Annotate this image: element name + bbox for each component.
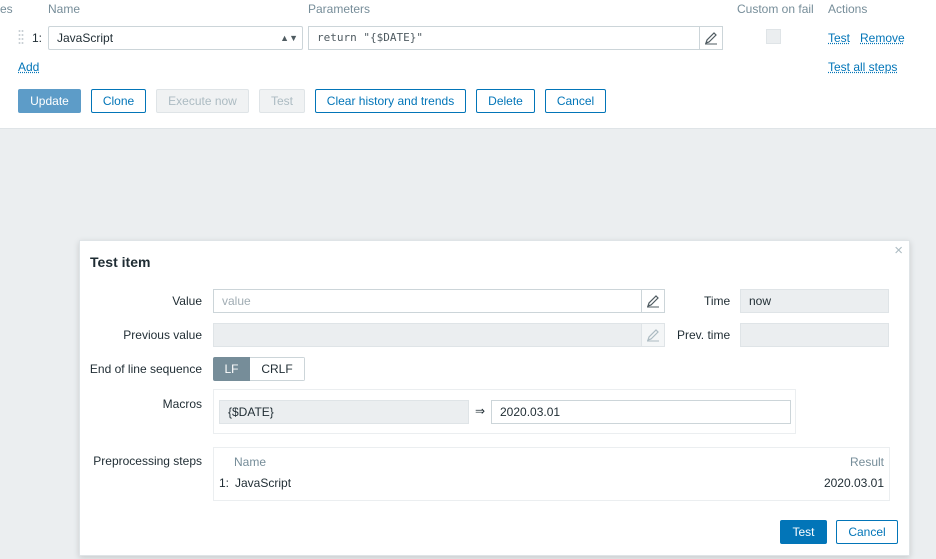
preprocessing-label: Preprocessing steps <box>93 454 202 468</box>
time-value: now <box>749 294 772 308</box>
close-icon[interactable]: × <box>894 242 903 259</box>
time-input[interactable]: now <box>740 289 889 313</box>
eol-crlf-option[interactable]: CRLF <box>250 357 305 381</box>
preproc-result-header: Result <box>849 455 884 469</box>
step-number: 1: <box>32 31 43 45</box>
add-step-link[interactable]: Add <box>18 60 39 74</box>
drag-handle-icon[interactable] <box>18 28 24 48</box>
custom-on-fail-checkbox[interactable] <box>766 29 781 44</box>
step-test-link[interactable]: Test <box>828 31 850 45</box>
execute-now-button[interactable]: Execute now <box>156 89 249 113</box>
macro-arrow-icon: ⇒ <box>475 404 486 418</box>
test-all-steps-link[interactable]: Test all steps <box>828 60 897 74</box>
eol-toggle-group: LF CRLF <box>213 357 305 381</box>
macro-value: 2020.03.01 <box>500 405 561 419</box>
delete-button[interactable]: Delete <box>476 89 535 113</box>
step-type-select[interactable]: JavaScript ▲▼ <box>48 26 303 50</box>
steps-header: es <box>0 2 13 16</box>
step-remove-link[interactable]: Remove <box>860 31 905 45</box>
macros-label: Macros <box>162 397 202 411</box>
macro-name-field: {$DATE} <box>219 400 469 424</box>
item-form: es Name Parameters Custom on fail Action… <box>0 0 936 129</box>
value-input[interactable]: value <box>213 289 665 313</box>
preproc-row-result: 2020.03.01 <box>823 476 884 490</box>
dialog-cancel-button[interactable]: Cancel <box>836 520 898 544</box>
macro-name: {$DATE} <box>228 405 274 419</box>
parameters-header: Parameters <box>308 2 371 16</box>
dialog-title: Test item <box>90 254 151 270</box>
value-edit-pencil-icon[interactable] <box>641 290 664 312</box>
preprocessing-table: Name Result 1: JavaScript 2020.03.01 <box>213 447 890 501</box>
prev-time-input[interactable] <box>740 323 889 347</box>
actions-header: Actions <box>828 2 868 16</box>
edit-pencil-icon[interactable] <box>699 27 722 49</box>
step-type-value: JavaScript <box>57 31 114 45</box>
test-button[interactable]: Test <box>259 89 305 113</box>
macros-box: {$DATE} ⇒ 2020.03.01 <box>213 389 796 434</box>
previous-value-label: Previous value <box>123 328 202 342</box>
eol-label: End of line sequence <box>89 362 202 376</box>
name-header: Name <box>48 2 81 16</box>
macro-value-input[interactable]: 2020.03.01 <box>491 400 791 424</box>
preproc-row-number: 1: <box>219 476 230 490</box>
previous-value-input[interactable] <box>213 323 665 347</box>
cancel-button[interactable]: Cancel <box>545 89 606 113</box>
step-parameter-input[interactable]: return "{$DATE}" <box>308 26 723 50</box>
prev-value-edit-pencil-icon[interactable] <box>641 324 664 346</box>
step-parameter-value: return "{$DATE}" <box>317 31 423 44</box>
clear-history-button[interactable]: Clear history and trends <box>315 89 466 113</box>
eol-lf-option[interactable]: LF <box>213 357 250 381</box>
dialog-test-button[interactable]: Test <box>780 520 827 544</box>
preproc-row-name: JavaScript <box>235 476 292 490</box>
preproc-name-header: Name <box>234 455 267 469</box>
value-placeholder: value <box>222 294 251 308</box>
update-button[interactable]: Update <box>18 89 81 113</box>
clone-button[interactable]: Clone <box>91 89 146 113</box>
test-item-dialog: Test item × Value value Time now Previou… <box>79 240 910 556</box>
select-arrows-icon: ▲▼ <box>280 33 298 43</box>
time-label: Time <box>704 294 731 308</box>
value-label: Value <box>172 294 202 308</box>
custom-on-fail-header: Custom on fail <box>737 2 814 16</box>
prev-time-label: Prev. time <box>677 328 731 342</box>
